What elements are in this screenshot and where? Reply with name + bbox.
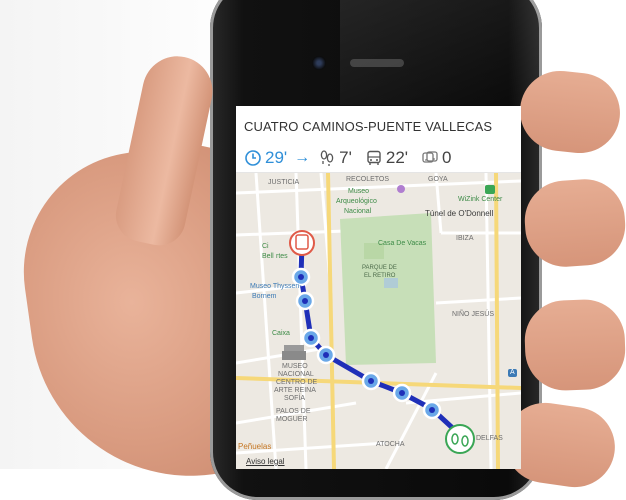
retiro-park xyxy=(340,213,436,365)
phone-screen: CUATRO CAMINOS-PUENTE VALLECAS 29' → 7' xyxy=(236,106,521,469)
legal-notice-link[interactable]: Aviso legal xyxy=(246,458,285,466)
label-reina-5: SOFÍA xyxy=(284,395,306,402)
label-atocha: ATOCHA xyxy=(376,441,405,448)
arrow-right-icon: → xyxy=(294,149,311,166)
front-camera xyxy=(312,56,326,70)
label-tunel: Túnel de O'Donnell xyxy=(425,209,494,218)
label-cibeles-3: rtes xyxy=(276,253,288,260)
label-caixa: Caixa xyxy=(272,330,290,337)
label-delfas: DELFAS xyxy=(476,435,503,442)
walk-icon xyxy=(320,150,334,166)
label-justicia: JUSTICIA xyxy=(268,179,300,186)
finger-3 xyxy=(523,298,626,392)
clock-icon xyxy=(245,150,261,166)
label-parque-2: EL RETIRO xyxy=(364,273,396,279)
screen-glare xyxy=(340,0,540,105)
label-reina-1: MUSEO xyxy=(282,363,308,370)
label-thyssen-1: Museo Thyssen- xyxy=(250,283,302,290)
bus-time: 22' xyxy=(385,148,409,167)
end-marker[interactable] xyxy=(445,424,475,454)
route-map[interactable]: JUSTICIA RECOLETOS GOYA Museo Arqueológi… xyxy=(236,173,521,469)
total-time: 29' xyxy=(265,148,288,167)
label-museo-arq-1: Museo xyxy=(348,188,370,195)
highway-a-badge: A xyxy=(508,369,517,377)
label-reina-3: CENTRO DE xyxy=(276,379,318,386)
label-nino-jesus: NIÑO JESÚS xyxy=(452,311,495,318)
walk-time: 7' xyxy=(339,148,352,167)
bus-icon xyxy=(367,150,381,165)
route-summary: 29' → 7' 22' 0 xyxy=(244,146,461,170)
label-casa-vacas: Casa De Vacas xyxy=(378,240,427,247)
label-ibiza: IBIZA xyxy=(456,235,474,242)
label-wizink: WiZink Center xyxy=(458,196,503,203)
label-reina-4: ARTE REINA xyxy=(274,387,316,394)
label-cibeles-1: Ci xyxy=(262,243,269,250)
label-penuelas: Peñuelas xyxy=(238,442,272,451)
transfer-bus-icon xyxy=(422,151,438,163)
label-palos-2: MOGUER xyxy=(276,416,308,423)
transfers-count: 0 xyxy=(442,148,452,167)
route-title: CUATRO CAMINOS-PUENTE VALLECAS xyxy=(244,119,493,134)
label-museo-arq-3: Nacional xyxy=(344,208,372,215)
label-goya: GOYA xyxy=(428,176,448,183)
label-museo-arq-2: Arqueológico xyxy=(336,198,377,205)
label-cibeles-2: Bell xyxy=(262,253,274,260)
label-reina-2: NACIONAL xyxy=(278,371,314,378)
label-recoletos: RECOLETOS xyxy=(346,176,390,183)
finger-2 xyxy=(522,176,626,270)
label-palos-1: PALOS DE xyxy=(276,408,311,415)
label-thyssen-2: Bornem xyxy=(252,293,277,300)
label-parque-1: PARQUE DE xyxy=(362,265,397,271)
